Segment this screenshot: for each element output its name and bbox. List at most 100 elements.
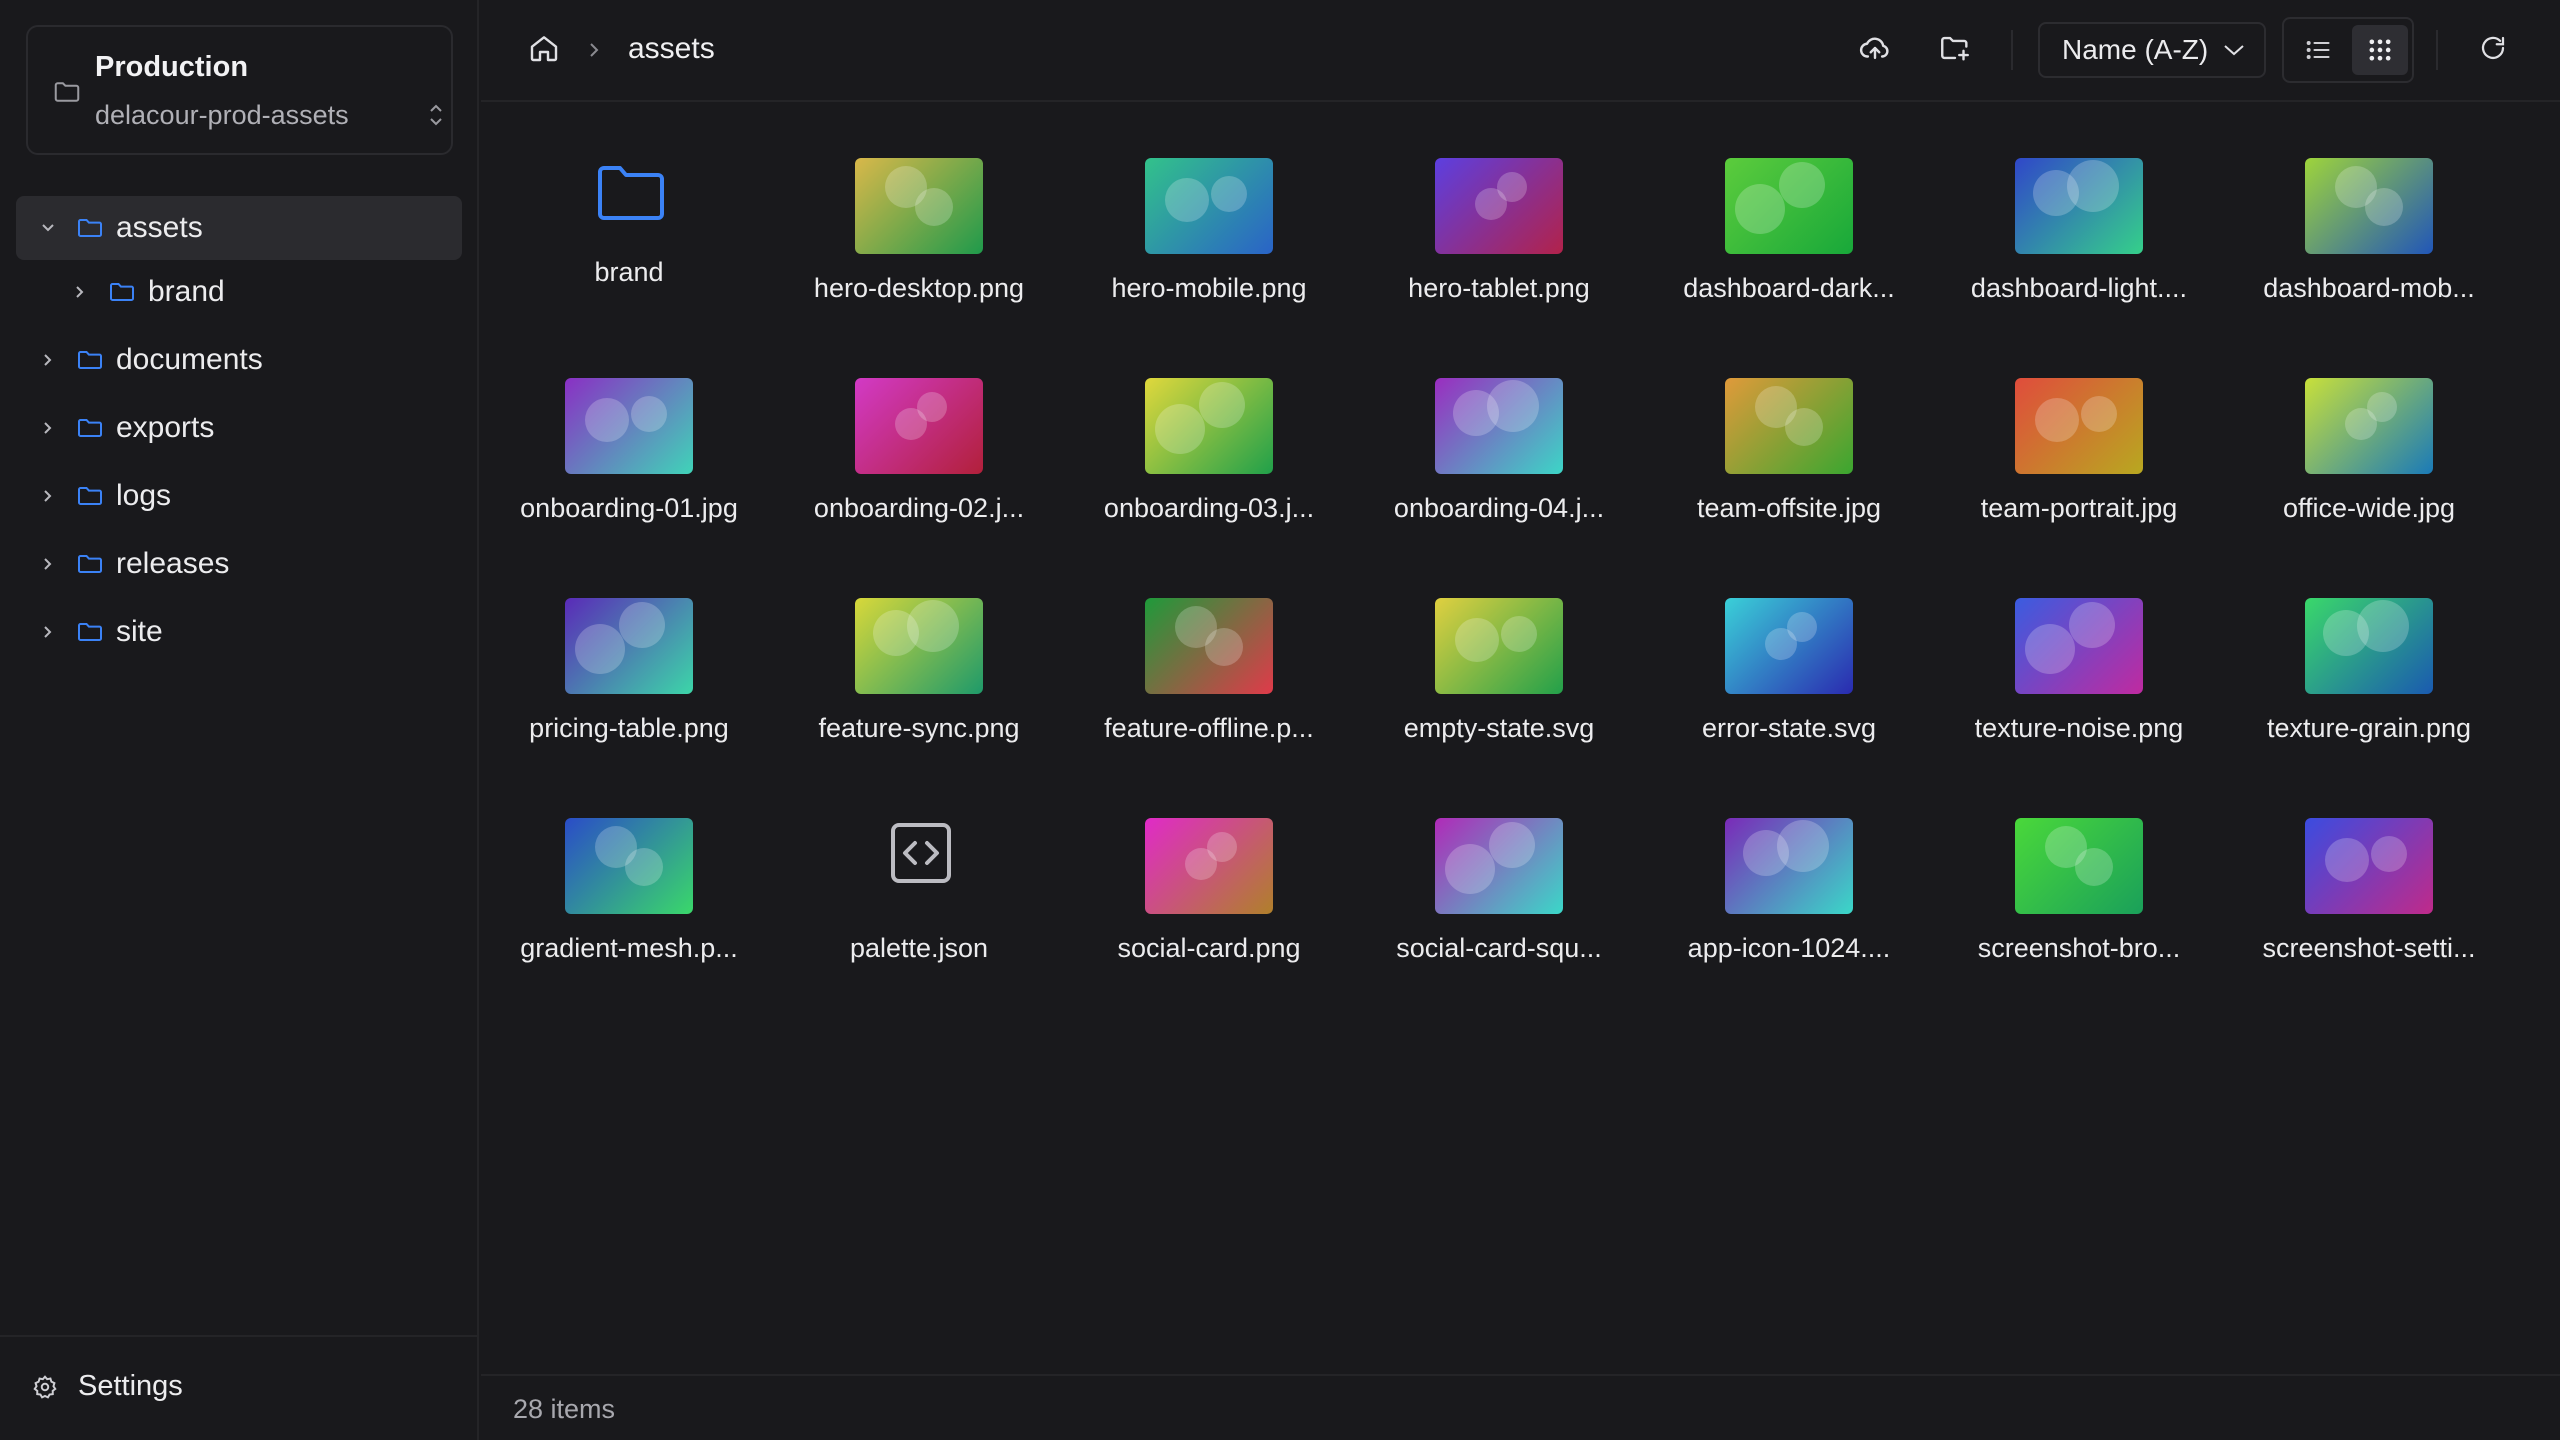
file-tile[interactable]: team-portrait.jpg xyxy=(1959,324,2199,524)
file-tile[interactable]: onboarding-04.j... xyxy=(1379,324,1619,524)
code-file-icon xyxy=(891,823,951,883)
thumbnail-circle xyxy=(2025,624,2075,674)
bucket-switcher[interactable]: Production delacour-prod-assets xyxy=(26,25,453,155)
file-tile[interactable]: onboarding-02.j... xyxy=(799,324,1039,524)
thumbnail-circle xyxy=(907,600,959,652)
image-thumbnail xyxy=(1145,378,1273,474)
file-name: screenshot-bro... xyxy=(1977,933,2181,963)
folder-tile[interactable]: brand xyxy=(509,104,749,304)
thumbnail-circle xyxy=(1155,404,1205,454)
chevron-right-icon[interactable] xyxy=(70,282,90,302)
file-tile[interactable]: screenshot-bro... xyxy=(1959,764,2199,964)
file-name: office-wide.jpg xyxy=(2282,493,2456,523)
refresh-button[interactable] xyxy=(2475,30,2511,66)
file-tile[interactable]: hero-mobile.png xyxy=(1089,104,1329,304)
thumbnail-circle xyxy=(1211,176,1247,212)
tree-item-logs[interactable]: logs xyxy=(0,464,479,528)
file-tile[interactable]: onboarding-03.j... xyxy=(1089,324,1329,524)
home-icon[interactable] xyxy=(528,32,560,64)
status-bar: 28 items xyxy=(481,1374,2560,1440)
sort-label: Name (A-Z) xyxy=(2062,34,2209,65)
thumbnail-circle xyxy=(619,602,665,648)
cloud-upload-icon xyxy=(1859,37,1889,60)
breadcrumb-current[interactable]: assets xyxy=(628,32,715,66)
file-name: dashboard-mob... xyxy=(2263,273,2475,303)
file-name: gradient-mesh.p... xyxy=(520,933,738,963)
tree-item-releases[interactable]: releases xyxy=(0,532,479,596)
tree-item-site[interactable]: site xyxy=(0,600,479,664)
file-tile[interactable]: error-state.svg xyxy=(1669,544,1909,744)
tree-item-assets[interactable]: assets xyxy=(16,196,462,260)
file-tile[interactable]: onboarding-01.jpg xyxy=(509,324,749,524)
thumbnail-circle xyxy=(915,188,953,226)
file-name: feature-offline.p... xyxy=(1104,713,1314,743)
upload-button[interactable] xyxy=(1857,30,1893,66)
file-name: palette.json xyxy=(849,933,989,963)
tree-item-label: exports xyxy=(116,411,215,444)
file-name: team-portrait.jpg xyxy=(1980,493,2178,523)
file-tile[interactable]: social-card-squ... xyxy=(1379,764,1619,964)
tree-item-documents[interactable]: documents xyxy=(0,328,479,392)
file-tile[interactable]: office-wide.jpg xyxy=(2249,324,2489,524)
file-tile[interactable]: texture-noise.png xyxy=(1959,544,2199,744)
file-name: onboarding-02.j... xyxy=(813,493,1025,523)
toolbar: assets Name (A-Z) xyxy=(481,0,2560,102)
thumbnail-circle xyxy=(1787,612,1817,642)
thumbnail-circle xyxy=(1777,820,1829,872)
file-tile[interactable]: feature-offline.p... xyxy=(1089,544,1329,744)
thumbnail-circle xyxy=(625,848,663,886)
file-name: error-state.svg xyxy=(1701,713,1877,743)
new-folder-button[interactable] xyxy=(1937,30,1973,66)
folder-icon xyxy=(78,623,102,641)
file-tile[interactable]: hero-desktop.png xyxy=(799,104,1039,304)
thumbnail-circle xyxy=(1199,382,1245,428)
thumbnail-circle xyxy=(2371,836,2407,872)
file-tile[interactable]: app-icon-1024.... xyxy=(1669,764,1909,964)
file-name: feature-sync.png xyxy=(818,713,1020,743)
file-tile[interactable]: palette.json xyxy=(799,764,1039,964)
chevron-right-icon[interactable] xyxy=(38,622,58,642)
image-thumbnail xyxy=(1435,158,1563,254)
file-tile[interactable]: gradient-mesh.p... xyxy=(509,764,749,964)
thumbnail-circle xyxy=(917,392,947,422)
sidebar: Production delacour-prod-assets assets br… xyxy=(0,0,479,1440)
settings-label: Settings xyxy=(78,1370,183,1402)
chevron-right-icon[interactable] xyxy=(38,486,58,506)
sort-select[interactable]: Name (A-Z) xyxy=(2038,22,2266,78)
image-thumbnail xyxy=(1145,598,1273,694)
chevron-right-icon[interactable] xyxy=(38,418,58,438)
chevron-right-icon[interactable] xyxy=(38,350,58,370)
tree-item-brand[interactable]: brand xyxy=(0,260,479,324)
file-tile[interactable]: texture-grain.png xyxy=(2249,544,2489,744)
file-tile[interactable]: dashboard-dark... xyxy=(1669,104,1909,304)
refresh-icon xyxy=(2481,36,2505,60)
file-tile[interactable]: dashboard-light.... xyxy=(1959,104,2199,304)
chevron-right-icon xyxy=(590,43,599,57)
file-tile[interactable]: empty-state.svg xyxy=(1379,544,1619,744)
image-thumbnail xyxy=(1145,158,1273,254)
image-thumbnail xyxy=(1145,818,1273,914)
file-tile[interactable]: dashboard-mob... xyxy=(2249,104,2489,304)
tree-item-exports[interactable]: exports xyxy=(0,396,479,460)
file-tile[interactable]: feature-sync.png xyxy=(799,544,1039,744)
file-tile[interactable]: screenshot-setti... xyxy=(2249,764,2489,964)
bucket-title: Production xyxy=(95,51,249,83)
thumbnail-circle xyxy=(631,396,667,432)
file-tile[interactable]: team-offsite.jpg xyxy=(1669,324,1909,524)
file-tile[interactable]: hero-tablet.png xyxy=(1379,104,1619,304)
thumbnail-circle xyxy=(1735,184,1785,234)
file-tile[interactable]: social-card.png xyxy=(1089,764,1329,964)
chevron-down-icon[interactable] xyxy=(38,218,58,238)
file-grid: brand hero-desktop.png hero-mobile.png hero… xyxy=(481,104,2560,1374)
chevron-right-icon[interactable] xyxy=(38,554,58,574)
list-view-button[interactable] xyxy=(2290,25,2346,75)
file-name: texture-grain.png xyxy=(2266,713,2472,743)
file-tile[interactable]: pricing-table.png xyxy=(509,544,749,744)
thumbnail-circle xyxy=(1501,616,1537,652)
item-count: 28 items xyxy=(513,1394,616,1424)
file-name: pricing-table.png xyxy=(529,713,729,743)
grid-view-button[interactable] xyxy=(2352,25,2408,75)
settings-button[interactable]: Settings xyxy=(32,1370,183,1403)
image-thumbnail xyxy=(1725,378,1853,474)
image-thumbnail xyxy=(2015,378,2143,474)
